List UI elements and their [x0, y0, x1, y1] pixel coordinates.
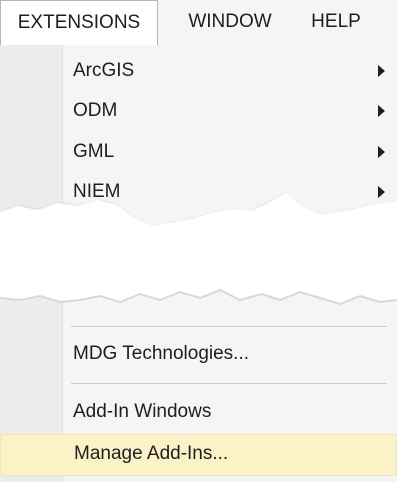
menu-item-manage-add-ins[interactable]: Manage Add-Ins... — [0, 434, 397, 476]
submenu-arrow-icon — [378, 65, 385, 77]
menu-item-label: MDG Technologies... — [73, 343, 250, 364]
submenu-arrow-icon — [378, 186, 385, 198]
menu-item-label: ArcGIS — [73, 60, 135, 81]
menu-help[interactable]: HELP — [302, 0, 370, 44]
menu-window[interactable]: WINDOW — [172, 0, 288, 44]
menu-item-label: ODM — [73, 100, 118, 121]
menu-item-arcgis[interactable]: ArcGIS — [0, 52, 397, 92]
menu-extensions[interactable]: EXTENSIONS — [0, 0, 158, 46]
menu-bar: EXTENSIONS WINDOW HELP — [0, 0, 397, 46]
menu-separator — [71, 383, 387, 384]
extensions-dropdown: ArcGIS ODM GML NIEM MDG Technologies... … — [0, 45, 397, 482]
menu-item-add-in-windows[interactable]: Add-In Windows — [0, 393, 397, 433]
submenu-arrow-icon — [378, 146, 385, 158]
menu-item-niem[interactable]: NIEM — [0, 173, 397, 213]
menu-item-label: Manage Add-Ins... — [74, 443, 229, 464]
menu-item-label: NIEM — [73, 181, 121, 202]
submenu-arrow-icon — [378, 105, 385, 117]
menu-item-label: Add-In Windows — [73, 401, 212, 422]
menu-item-label: GML — [73, 141, 115, 162]
menu-item-odm[interactable]: ODM — [0, 92, 397, 132]
menu-separator — [71, 326, 387, 327]
menu-item-gml[interactable]: GML — [0, 133, 397, 173]
menu-item-mdg-technologies[interactable]: MDG Technologies... — [0, 335, 397, 375]
